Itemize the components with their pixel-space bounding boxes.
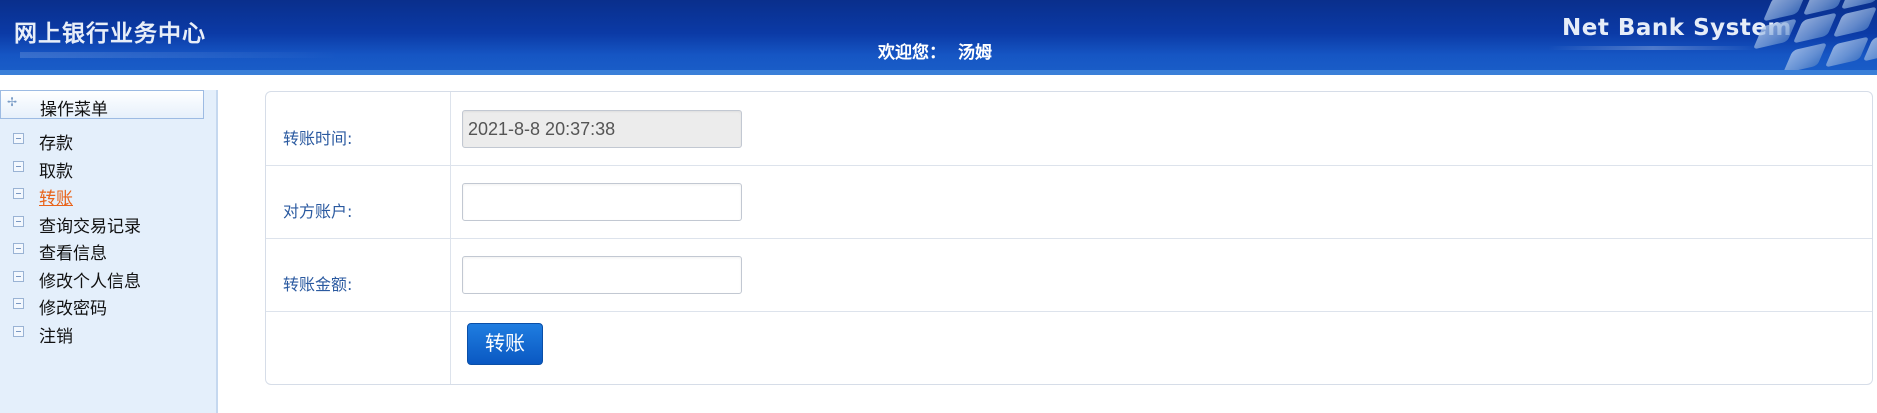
title-decoration	[20, 52, 340, 58]
collapse-icon	[13, 133, 24, 144]
transfer-button[interactable]: 转账	[467, 323, 543, 365]
expand-icon: ✢	[7, 95, 18, 109]
sidebar-item-label: 修改密码	[39, 299, 107, 319]
amount-input[interactable]	[462, 256, 742, 294]
target-account-input[interactable]	[462, 183, 742, 221]
collapse-icon	[13, 161, 24, 172]
sidebar-item-transfer[interactable]: 转账	[0, 183, 210, 209]
collapse-icon	[13, 326, 24, 337]
collapse-icon	[13, 271, 24, 282]
row-divider	[450, 92, 451, 165]
form-row-transfer-time: 转账时间:	[266, 92, 1872, 166]
sidebar-item-view-info[interactable]: 查看信息	[0, 238, 210, 264]
form-row-amount: 转账金额:	[266, 238, 1872, 312]
sidebar-item-label: 转账	[39, 189, 73, 209]
transfer-time-label: 转账时间:	[283, 129, 353, 148]
sidebar-item-edit-profile[interactable]: 修改个人信息	[0, 266, 210, 292]
form-row-actions: 转账	[266, 311, 1872, 384]
sidebar-item-label: 注销	[39, 327, 73, 347]
sidebar-item-label: 取款	[39, 162, 73, 182]
keyboard-graphic	[1740, 0, 1877, 74]
amount-label: 转账金额:	[283, 275, 353, 294]
collapse-icon	[13, 188, 24, 199]
collapse-icon	[13, 298, 24, 309]
sidebar-item-logout[interactable]: 注销	[0, 321, 210, 347]
form-row-target-account: 对方账户:	[266, 165, 1872, 239]
sidebar-item-label: 存款	[39, 134, 73, 154]
sidebar-item-deposit[interactable]: 存款	[0, 128, 210, 154]
row-divider	[450, 311, 451, 384]
sidebar-item-label: 查看信息	[39, 244, 107, 264]
collapse-icon	[13, 243, 24, 254]
sidebar-heading: ✢ 操作菜单	[0, 90, 204, 120]
header-bottom-bar	[0, 70, 1877, 75]
sidebar-heading-label: 操作菜单	[40, 100, 108, 120]
app-title: 网上银行业务中心	[14, 21, 206, 47]
sidebar-item-change-password[interactable]: 修改密码	[0, 293, 210, 319]
collapse-icon	[13, 216, 24, 227]
brand-decoration	[1548, 46, 1758, 50]
welcome-label: 欢迎您：	[878, 43, 946, 63]
row-divider	[450, 165, 451, 238]
user-name: 汤姆	[958, 43, 992, 63]
app-header: 网上银行业务中心 欢迎您： 汤姆 Net Bank System	[0, 0, 1877, 74]
sidebar-item-withdraw[interactable]: 取款	[0, 156, 210, 182]
sidebar: ✢ 操作菜单 存款 取款 转账 查询交易记录 查看信息 修改个人信息 修改密码 …	[0, 90, 218, 413]
row-divider	[450, 238, 451, 311]
sidebar-item-label: 修改个人信息	[39, 272, 141, 292]
sidebar-item-label: 查询交易记录	[39, 217, 141, 237]
transfer-time-field	[462, 110, 742, 148]
welcome-message: 欢迎您： 汤姆	[878, 38, 992, 63]
transfer-form: 转账时间: 对方账户: 转账金额: 转账	[265, 91, 1873, 385]
sidebar-item-transaction-history[interactable]: 查询交易记录	[0, 211, 210, 237]
target-account-label: 对方账户:	[283, 202, 353, 221]
